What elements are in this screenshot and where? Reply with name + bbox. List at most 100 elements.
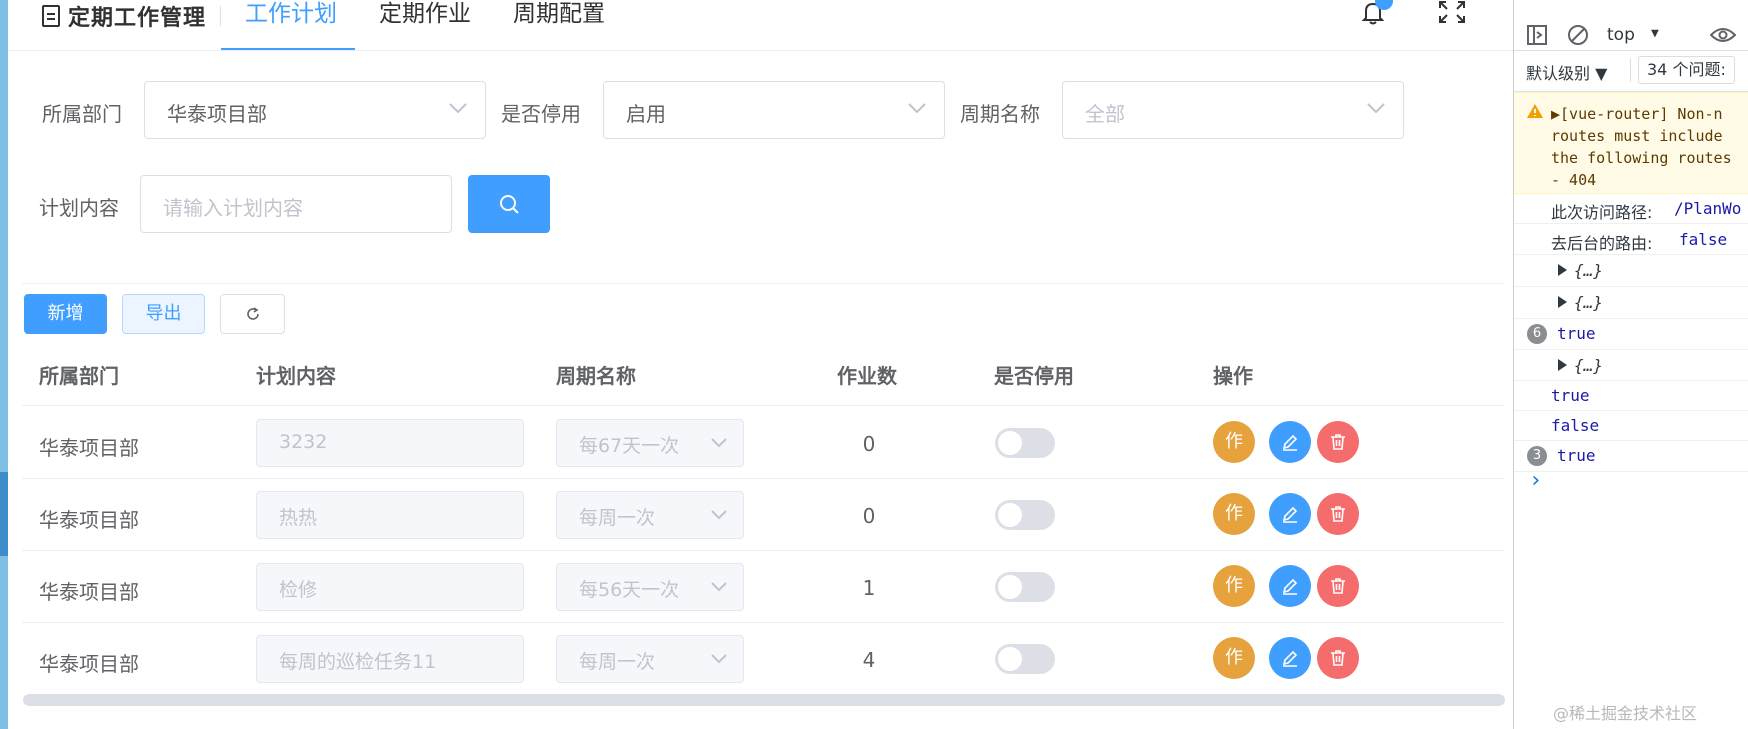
export-button[interactable]: 导出	[122, 294, 205, 334]
edit-icon	[1282, 578, 1298, 595]
cycle-value: 每67天一次	[579, 435, 680, 457]
log-value: false	[1551, 416, 1600, 435]
refresh-icon	[247, 307, 259, 320]
console-object[interactable]: {…}	[1514, 350, 1748, 381]
eye-icon[interactable]	[1710, 26, 1736, 44]
edit-icon	[1282, 650, 1298, 667]
chevron-down-icon	[711, 582, 727, 592]
left-sidebar-strip	[0, 0, 8, 729]
disabled-toggle[interactable]	[995, 644, 1055, 674]
disabled-select[interactable]: 启用	[603, 81, 945, 139]
job-button[interactable]: 作	[1213, 637, 1255, 679]
edit-button[interactable]	[1269, 637, 1311, 679]
cycle-select[interactable]: 全部	[1062, 81, 1404, 139]
log-level-selector[interactable]: 默认级别 ▼	[1526, 60, 1607, 84]
filter-divider	[1630, 58, 1631, 82]
console-warning[interactable]: ▶[vue-router] Non-n routes must include th…	[1514, 92, 1748, 194]
fullscreen-icon[interactable]	[1438, 0, 1466, 24]
top-navigation: 定期工作管理 工作计划 定期作业 周期配置	[8, 0, 1513, 51]
caret-down-icon: ▼	[1651, 26, 1659, 41]
delete-button[interactable]	[1317, 493, 1359, 535]
sidebar-toggle-icon[interactable]	[1526, 24, 1548, 46]
trash-icon	[1331, 434, 1345, 450]
object-preview: {…}	[1574, 356, 1603, 375]
department-select[interactable]: 华泰项目部	[144, 81, 486, 139]
disabled-select-value: 启用	[626, 102, 666, 126]
delete-button[interactable]	[1317, 637, 1359, 679]
edit-icon	[1282, 434, 1298, 451]
warning-line: - 404	[1551, 171, 1597, 189]
department-cell: 华泰项目部	[39, 652, 139, 676]
delete-button[interactable]	[1317, 421, 1359, 463]
expand-caret-icon[interactable]	[1558, 296, 1567, 308]
object-preview: {…}	[1574, 293, 1603, 312]
disabled-filter-label: 是否停用	[501, 102, 581, 126]
chevron-down-icon	[711, 654, 727, 664]
expand-caret-icon[interactable]	[1558, 359, 1567, 371]
document-icon	[42, 5, 60, 27]
console-prompt[interactable]: ›	[1529, 468, 1542, 493]
edit-icon	[1282, 506, 1298, 523]
refresh-button[interactable]	[220, 294, 285, 334]
edit-button[interactable]	[1269, 493, 1311, 535]
sidebar-active-marker	[0, 472, 8, 556]
plan-content-input-disabled: 每周的巡检任务11	[256, 635, 524, 683]
trash-icon	[1331, 650, 1345, 666]
log-value: false	[1679, 230, 1728, 249]
clear-console-icon[interactable]	[1567, 24, 1589, 46]
disabled-toggle[interactable]	[995, 500, 1055, 530]
job-button[interactable]: 作	[1213, 565, 1255, 607]
chevron-down-icon	[908, 103, 926, 114]
tab-periodic-jobs[interactable]: 定期作业	[379, 0, 471, 50]
log-value: true	[1557, 446, 1596, 465]
disabled-toggle[interactable]	[995, 572, 1055, 602]
column-header-plan-content: 计划内容	[256, 364, 336, 388]
edit-button[interactable]	[1269, 565, 1311, 607]
console-log-route: 去后台的路由: false	[1514, 224, 1748, 255]
edit-button[interactable]	[1269, 421, 1311, 463]
column-header-cycle-name: 周期名称	[556, 364, 636, 388]
job-count: 0	[862, 504, 876, 528]
job-count: 1	[862, 576, 876, 600]
disabled-toggle[interactable]	[995, 428, 1055, 458]
department-cell: 华泰项目部	[39, 436, 139, 460]
repeat-count-badge: 3	[1527, 446, 1547, 466]
plan-content-input-disabled: 检修	[256, 563, 524, 611]
console-object[interactable]: {…}	[1514, 255, 1748, 287]
plan-content-input-disabled: 热热	[256, 491, 524, 539]
tab-cycle-config[interactable]: 周期配置	[513, 0, 605, 50]
trash-icon	[1331, 578, 1345, 594]
devtools-panel: top ▼ 默认级别 ▼ 34 个问题: ▶[vue-router] Non-n…	[1513, 0, 1748, 729]
cycle-select-disabled: 每56天一次	[556, 563, 744, 611]
row-divider	[22, 478, 1504, 479]
issues-button[interactable]: 34 个问题:	[1638, 56, 1735, 84]
add-button[interactable]: 新增	[24, 294, 107, 334]
search-button[interactable]	[468, 175, 550, 233]
job-count: 0	[862, 432, 876, 456]
object-preview: {…}	[1574, 261, 1603, 280]
plan-content-value: 3232	[279, 431, 328, 453]
console-repeated-log: 3 true	[1514, 441, 1748, 472]
job-button[interactable]: 作	[1213, 493, 1255, 535]
chevron-down-icon	[1367, 103, 1385, 114]
cycle-select-disabled: 每67天一次	[556, 419, 744, 467]
console-log-path: 此次访问路径: /PlanWo	[1514, 193, 1748, 224]
job-button[interactable]: 作	[1213, 421, 1255, 463]
delete-button[interactable]	[1317, 565, 1359, 607]
log-label: 此次访问路径:	[1551, 203, 1653, 222]
warning-line: the following routes	[1551, 149, 1732, 167]
horizontal-scrollbar[interactable]	[23, 694, 1505, 706]
cycle-select-disabled: 每周一次	[556, 635, 744, 683]
log-label: 去后台的路由:	[1551, 234, 1653, 253]
console-object[interactable]: {…}	[1514, 287, 1748, 319]
plan-content-input-disabled: 3232	[256, 419, 524, 467]
context-selector[interactable]: top	[1607, 25, 1635, 45]
console-log: false	[1514, 411, 1748, 441]
chevron-down-icon	[711, 438, 727, 448]
console-repeated-log: 6 true	[1514, 319, 1748, 350]
plan-content-input[interactable]: 请输入计划内容	[140, 175, 452, 233]
cycle-value: 每周一次	[579, 507, 656, 529]
expand-caret-icon[interactable]	[1558, 264, 1567, 276]
plan-content-value: 检修	[279, 579, 318, 601]
tab-work-plan[interactable]: 工作计划	[221, 0, 355, 50]
